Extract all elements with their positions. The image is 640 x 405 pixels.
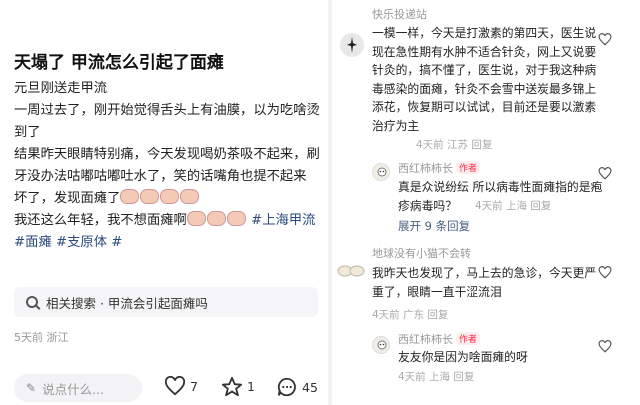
like-button[interactable]: 7 (164, 376, 198, 396)
comment-button[interactable]: 45 (276, 376, 318, 398)
comment-input[interactable]: ✎ 说点什么... (14, 374, 142, 402)
bottom-action-bar: ✎ 说点什么... 7 1 45 (0, 370, 328, 405)
related-search-bar[interactable]: 相关搜索 · 甲流会引起面瘫吗 (14, 287, 318, 317)
hashtag-link[interactable]: #面瘫 (14, 235, 52, 250)
favorite-count: 1 (247, 379, 255, 394)
cry-emoji-icon (206, 211, 226, 226)
hashtag-link[interactable]: #支原体 (56, 235, 107, 250)
author-badge: 作者 (456, 332, 481, 345)
cry-emoji-icon (160, 189, 180, 204)
comment-meta: 4天前 江苏 回复 (416, 139, 493, 151)
reply-username[interactable]: 西红柿柿长 作者 (398, 331, 481, 347)
author-badge: 作者 (456, 161, 481, 174)
cry-emoji-icon (120, 189, 140, 204)
related-search-text: 相关搜索 · 甲流会引起面瘫吗 (46, 295, 208, 311)
comment-placeholder: 说点什么... (42, 381, 104, 397)
favorite-button[interactable]: 1 (221, 376, 255, 397)
reply-meta: 4天前 上海 回复 (475, 200, 552, 212)
post-body: 元旦刚送走甲流 一周过去了，刚开始觉得舌头上有油膜，以为吃啥烫到了 结果昨天眼睛… (14, 78, 326, 254)
comment-count: 45 (302, 379, 318, 395)
post-panel: 天塌了 甲流怎么引起了面瘫 元旦刚送走甲流 一周过去了，刚开始觉得舌头上有油膜，… (0, 0, 328, 405)
pen-icon: ✎ (26, 381, 37, 395)
reply-like-icon[interactable] (598, 340, 612, 353)
comment-like-icon[interactable] (598, 266, 612, 279)
post-title: 天塌了 甲流怎么引起了面瘫 (14, 53, 224, 73)
cry-emoji-icon (180, 189, 200, 204)
post-meta: 5天前 浙江 (14, 331, 69, 344)
hashtag-link[interactable]: # (111, 235, 122, 250)
avatar[interactable] (372, 163, 390, 181)
like-count: 7 (190, 378, 198, 394)
cry-emoji-icon (226, 211, 246, 226)
comment-username[interactable]: 快乐投递站 (372, 6, 427, 22)
reply-username[interactable]: 西红柿柿长 作者 (398, 160, 481, 176)
reply-text: 友友你是因为啥面瘫的呀 (398, 350, 528, 364)
comments-panel: 快乐投递站 一模一样，今天是打激素的第四天，医生说现在急性期有水肿不适合针灸，网… (332, 0, 640, 405)
comment-text: 我昨天也发现了，马上去的急诊，今天更严重了，眼睛一直干涩流泪 (372, 266, 597, 299)
heart-icon (164, 376, 186, 396)
avatar[interactable] (372, 336, 390, 354)
comment-meta: 4天前 广东 回复 (372, 309, 449, 321)
reply-meta: 4天前 上海 回复 (398, 371, 475, 383)
post-line: 结果昨天眼睛特别痛，今天发现喝奶茶吸不起来，刷牙没办法咕嘟咕嘟吐水了，笑的话嘴角… (14, 147, 320, 184)
reply-like-icon[interactable] (598, 167, 612, 180)
comment-like-icon[interactable] (598, 33, 612, 46)
post-line: 我还这么年轻，我不想面瘫啊 #上海甲流 (14, 211, 316, 228)
post-line: 一周过去了，刚开始觉得舌头上有油膜，以为吃啥烫到了 (14, 103, 320, 140)
cry-emoji-icon (186, 211, 206, 226)
comment-icon (277, 377, 296, 397)
avatar[interactable] (340, 33, 364, 57)
expand-replies-link[interactable]: 展开 9 条回复 (398, 218, 470, 234)
post-line: 坏了，发现面瘫了 (14, 188, 326, 210)
star-icon (221, 376, 243, 397)
cry-emoji-icon (140, 189, 160, 204)
comment-username[interactable]: 地球没有小猫不会转 (372, 245, 471, 261)
post-line: 元旦刚送走甲流 (14, 81, 108, 96)
search-icon (26, 296, 38, 308)
post-line: #面瘫 #支原体 # (14, 232, 326, 254)
avatar[interactable] (336, 262, 366, 278)
hashtag-link[interactable]: #上海甲流 (251, 213, 315, 228)
comment-text: 一模一样，今天是打激素的第四天，医生说现在急性期有水肿不适合针灸，网上又说要针灸… (372, 26, 597, 133)
